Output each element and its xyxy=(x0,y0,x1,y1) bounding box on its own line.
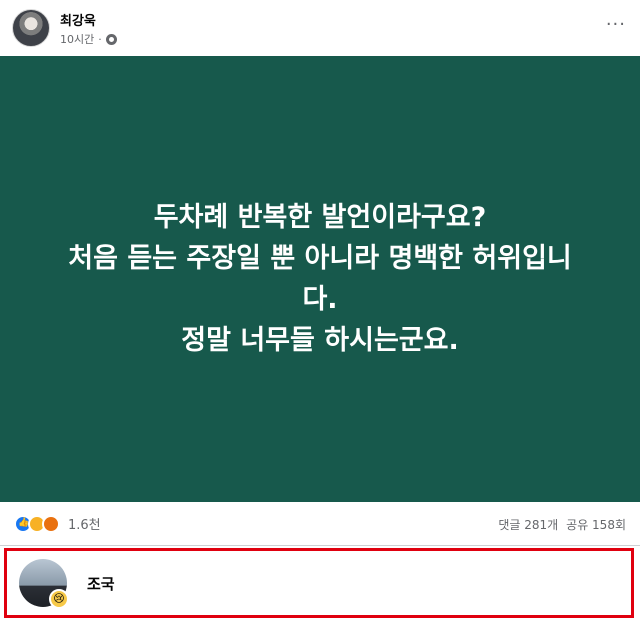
angry-reaction-icon xyxy=(42,514,60,533)
post-header: 최강욱 10시간 · ··· xyxy=(0,0,640,56)
post-image-text: 두차례 반복한 발언이라구요? 처음 듣는 주장일 뿐 아니라 명백한 허위입니… xyxy=(68,202,572,356)
globe-icon xyxy=(105,33,117,45)
highlighted-comment: 😢 조국 xyxy=(4,548,634,618)
author-name[interactable]: 최강욱 xyxy=(60,10,96,29)
post-image[interactable]: 두차례 반복한 발언이라구요? 처음 듣는 주장일 뿐 아니라 명백한 허위입니… xyxy=(0,56,640,502)
post-stats: 1.6천 댓글 281개 공유 158회 xyxy=(0,502,640,546)
share-count[interactable]: 공유 158회 xyxy=(566,516,626,533)
sad-reaction-icon: 😢 xyxy=(49,589,69,609)
post-meta: 10시간 · xyxy=(60,31,117,47)
post-time[interactable]: 10시간 xyxy=(60,31,94,47)
more-options-button[interactable]: ··· xyxy=(606,14,626,35)
commenter-name[interactable]: 조국 xyxy=(87,573,115,594)
reaction-count: 1.6천 xyxy=(68,518,101,533)
reactions-summary[interactable]: 1.6천 xyxy=(14,514,101,533)
engagement-counts: 댓글 281개 공유 158회 xyxy=(498,516,626,533)
comment-count[interactable]: 댓글 281개 xyxy=(498,516,558,533)
author-avatar[interactable] xyxy=(12,9,50,47)
